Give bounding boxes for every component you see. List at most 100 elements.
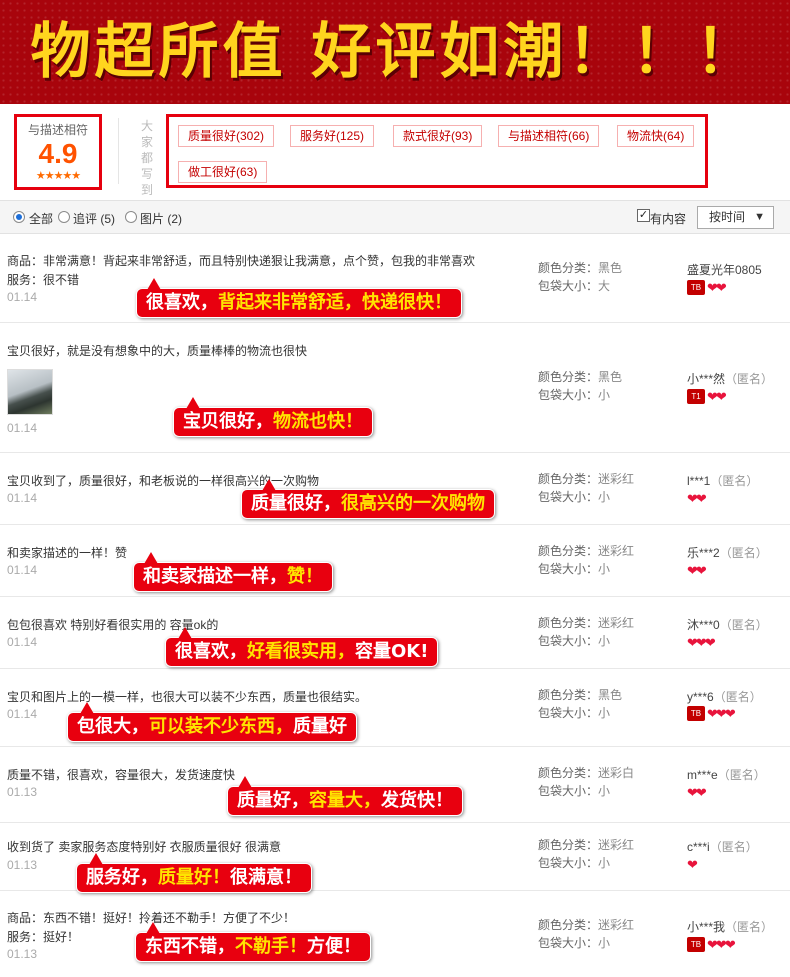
tag-shipping[interactable]: 物流快(64) [617, 125, 695, 147]
promo-banner: 物超所值 好评如潮！！！ [0, 0, 790, 104]
callout-text-end: 方便！ [307, 936, 361, 957]
chevron-down-icon: ▼ [754, 211, 765, 223]
tag-as-described[interactable]: 与描述相符(66) [498, 125, 600, 147]
sku-color-value: 黑色 [598, 370, 623, 384]
review-sku: 颜色分类：迷彩红 包袋大小：小 [538, 614, 634, 650]
reviewer-name[interactable]: c***i（匿名） [687, 838, 758, 855]
anonymous-label: （匿名） [719, 618, 768, 632]
anonymous-label: （匿名） [725, 920, 774, 934]
highlight-callout: 宝贝很好，物流也快！ [173, 397, 373, 437]
reviewer-nick[interactable]: 小***我 [687, 920, 725, 934]
reviewer-badges: ❤❤❤ [687, 634, 716, 651]
highlight-callout: 质量很好，很高兴的一次购物 [241, 479, 495, 519]
divider [118, 118, 119, 184]
has-content-checkbox[interactable]: ✓ [637, 209, 650, 222]
callout-text: 很喜欢， [146, 292, 218, 313]
impressions-label: 大家都写到 [140, 119, 153, 197]
radio-all-label[interactable]: 全部 [29, 210, 53, 227]
reviewer-nick[interactable]: l***1 [687, 474, 710, 488]
callout-text-end: 发货快！ [381, 790, 453, 811]
review-item: 宝贝和图片上的一模一样，也很大可以装不少东西，质量也很结实。 01.14 颜色分… [0, 669, 790, 747]
reviewer-nick[interactable]: y***6 [687, 690, 714, 704]
callout-tail [146, 922, 160, 934]
heart-icon: ❤ [695, 490, 707, 506]
review-item: 宝贝收到了，质量很好，和老板说的一样很高兴的一次购物 01.14 颜色分类：迷彩… [0, 453, 790, 525]
review-sku: 颜色分类：黑色 包袋大小：小 [538, 368, 622, 404]
reviewer-badges: ❤❤ [687, 490, 707, 507]
sku-size-value: 小 [598, 784, 611, 798]
highlight-callout: 很喜欢，好看很实用，容量OK! [165, 627, 439, 667]
reviewer-badges: TB ❤❤ [687, 280, 727, 296]
reviewer-badges: ❤ [687, 857, 698, 873]
radio-append-label[interactable]: 追评 (5) [73, 210, 115, 227]
tag-workmanship[interactable]: 做工很好(63) [178, 161, 268, 183]
reviewer-name[interactable]: y***6（匿名） [687, 688, 762, 705]
reviewer-name[interactable]: 乐***2（匿名） [687, 544, 768, 561]
impression-tags: 质量很好(302) 服务好(125) 款式很好(93) 与描述相符(66) 物流… [166, 114, 708, 188]
review-filter-bar: 全部 追评 (5) 图片 (2) ✓ 有内容 按时间 ▼ [0, 200, 790, 234]
sku-size-value: 大 [598, 279, 611, 293]
review-sku: 颜色分类：迷彩红 包袋大小：小 [538, 836, 634, 872]
review-date: 01.14 [7, 707, 38, 721]
reviewer-nick[interactable]: 小***然 [687, 372, 725, 386]
reviewer-nick[interactable]: 盛夏光年0805 [687, 263, 762, 277]
callout-text: 东西不错， [145, 936, 235, 957]
radio-photo-label[interactable]: 图片 (2) [140, 210, 182, 227]
sku-size-value: 小 [598, 490, 611, 504]
callout-text-end: 容量OK! [355, 641, 429, 662]
reviewer-nick[interactable]: c***i [687, 840, 710, 854]
reviewer-badges: TB ❤❤❤ [687, 706, 736, 722]
review-service-text: 服务：很不错 [7, 273, 80, 287]
sku-size-value: 小 [598, 634, 611, 648]
sku-color-value: 迷彩红 [598, 616, 635, 630]
sku-size-label: 包袋大小： [538, 279, 599, 293]
sort-select-value: 按时间 [709, 210, 746, 224]
tag-style[interactable]: 款式很好(93) [393, 125, 483, 147]
review-sku: 颜色分类：迷彩红 包袋大小：小 [538, 542, 634, 578]
review-date: 01.14 [7, 421, 38, 435]
sku-size-label: 包袋大小： [538, 562, 599, 576]
reviewer-name[interactable]: m***e（匿名） [687, 766, 766, 783]
reviewer-name[interactable]: 小***然（匿名） [687, 370, 773, 387]
heart-icon: ❤ [704, 634, 716, 650]
review-service-text: 服务：挺好！ [7, 930, 80, 944]
tag-quality[interactable]: 质量很好(302) [178, 125, 275, 147]
reviewer-name[interactable]: l***1（匿名） [687, 472, 758, 489]
review-text: 宝贝很好，就是没有想象中的大，质量棒棒的物流也很快 [7, 344, 308, 358]
sku-color-label: 颜色分类： [538, 370, 599, 384]
sku-color-value: 迷彩红 [598, 918, 635, 932]
reviewer-nick[interactable]: 沐***0 [687, 618, 720, 632]
sku-color-label: 颜色分类： [538, 688, 599, 702]
review-photo-thumbnail[interactable] [7, 369, 53, 415]
reviewer-name[interactable]: 小***我（匿名） [687, 918, 773, 935]
radio-append[interactable] [58, 211, 70, 223]
reviewer-name[interactable]: 沐***0（匿名） [687, 616, 768, 633]
reviewer-nick[interactable]: m***e [687, 768, 718, 782]
sku-size-label: 包袋大小： [538, 856, 599, 870]
reviewer-name[interactable]: 盛夏光年0805 [687, 261, 762, 278]
score-box: 与描述相符 4.9 ★★★★★ [14, 114, 102, 190]
radio-all[interactable] [13, 211, 25, 223]
review-text: 和卖家描述的一样！赞 [7, 546, 128, 560]
sku-color-value: 黑色 [598, 688, 623, 702]
review-item: 宝贝很好，就是没有想象中的大，质量棒棒的物流也很快 01.14 颜色分类：黑色 … [0, 323, 790, 453]
review-item: 收到货了 卖家服务态度特别好 衣服质量很好 很满意 01.13 颜色分类：迷彩红… [0, 823, 790, 893]
sku-size-label: 包袋大小： [538, 388, 599, 402]
radio-photo[interactable] [125, 211, 137, 223]
tag-service[interactable]: 服务好(125) [290, 125, 375, 147]
sku-size-label: 包袋大小： [538, 634, 599, 648]
review-item: 商品：非常满意！背起来非常舒适，而且特别快递狠让我满意，点个赞，包我的非常喜欢 … [0, 234, 790, 323]
highlight-callout: 质量好，容量大，发货快！ [227, 776, 463, 816]
sku-color-label: 颜色分类： [538, 472, 599, 486]
reviewer-nick[interactable]: 乐***2 [687, 546, 720, 560]
callout-highlight: 赞！ [287, 566, 323, 587]
sort-select[interactable]: 按时间 ▼ [697, 206, 774, 229]
sku-color-value: 迷彩红 [598, 472, 635, 486]
reviewer-badges: ❤❤ [687, 785, 707, 801]
callout-highlight: 不勒手！ [235, 936, 307, 957]
sku-color-value: 迷彩红 [598, 838, 635, 852]
callout-text: 和卖家描述一样， [143, 566, 287, 587]
callout-highlight: 可以装不少东西， [149, 716, 293, 737]
has-content-label[interactable]: 有内容 [650, 210, 686, 227]
callout-text: 质量好， [237, 790, 309, 811]
